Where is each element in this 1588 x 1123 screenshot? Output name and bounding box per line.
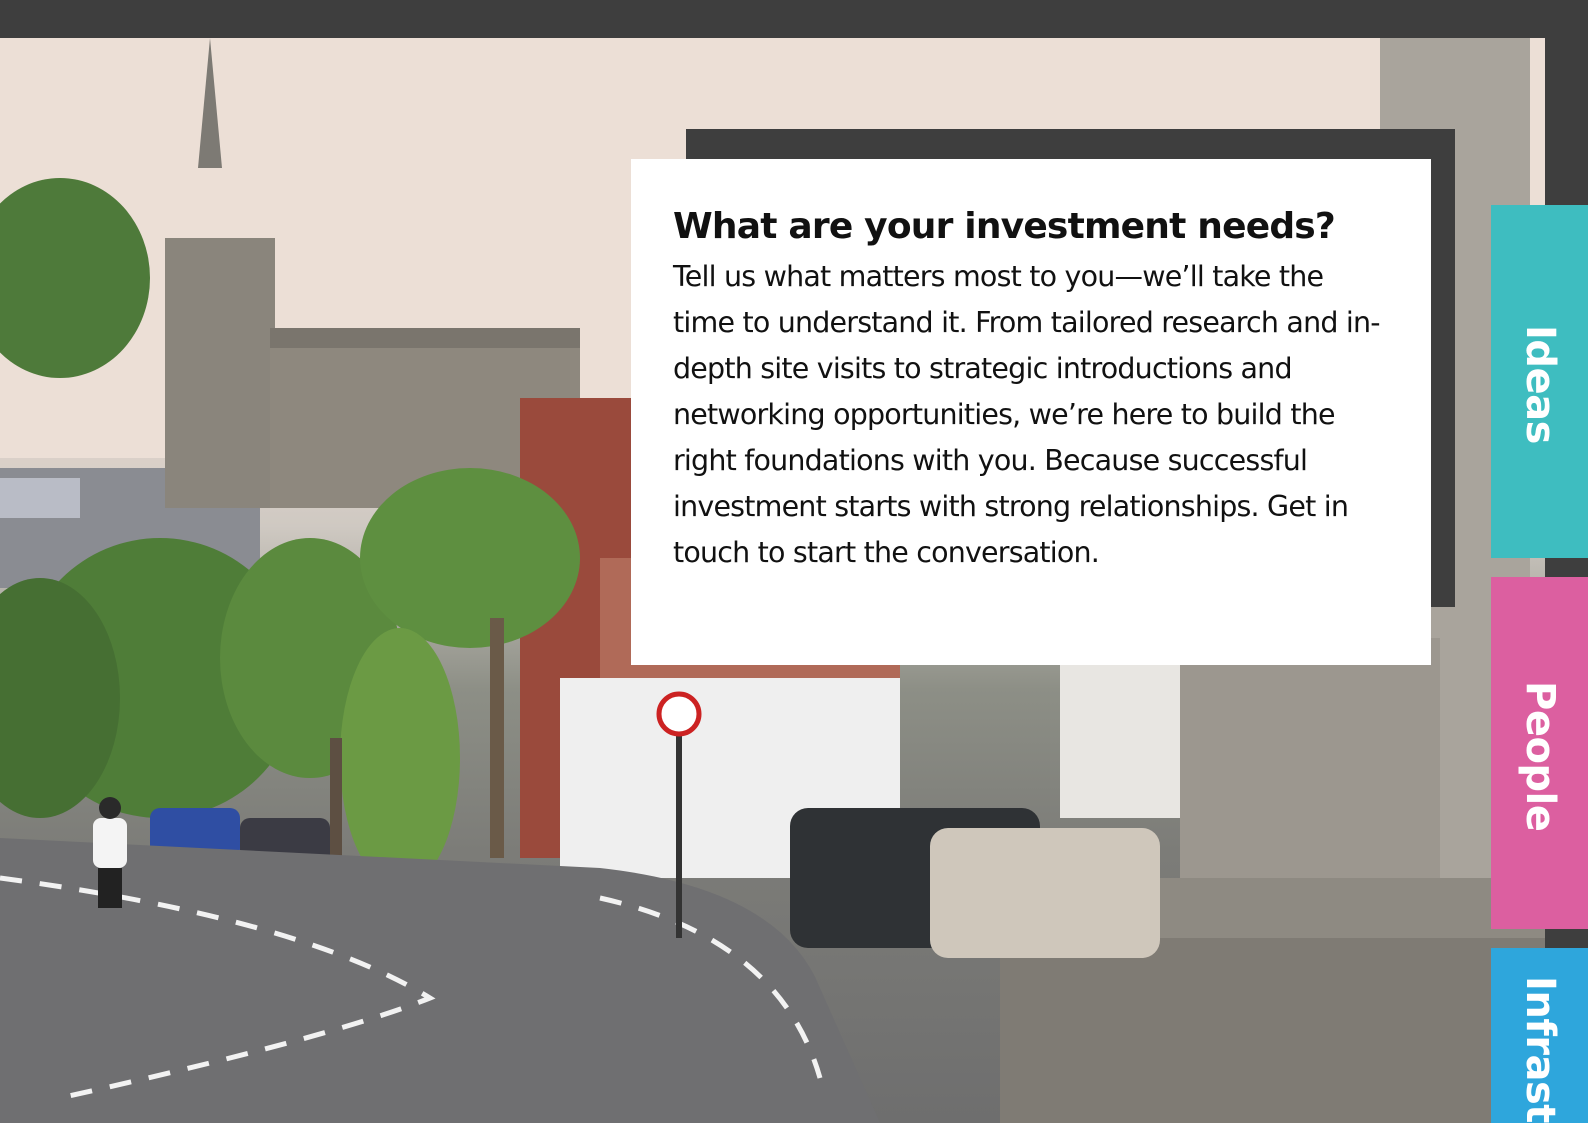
tab-ideas[interactable]: Ideas bbox=[1491, 205, 1588, 558]
investment-needs-callout: What are your investment needs? Tell us … bbox=[631, 159, 1431, 665]
tab-ideas-label: Ideas bbox=[1517, 325, 1563, 444]
tab-infrastructure[interactable]: Infrastr bbox=[1491, 948, 1588, 1123]
tab-people[interactable]: People bbox=[1491, 577, 1588, 929]
callout-body: Tell us what matters most to you—we’ll t… bbox=[673, 260, 1381, 569]
tab-people-label: People bbox=[1517, 681, 1563, 832]
callout-heading: What are your investment needs? bbox=[673, 206, 1336, 247]
tab-infrastructure-label: Infrastr bbox=[1517, 976, 1563, 1123]
